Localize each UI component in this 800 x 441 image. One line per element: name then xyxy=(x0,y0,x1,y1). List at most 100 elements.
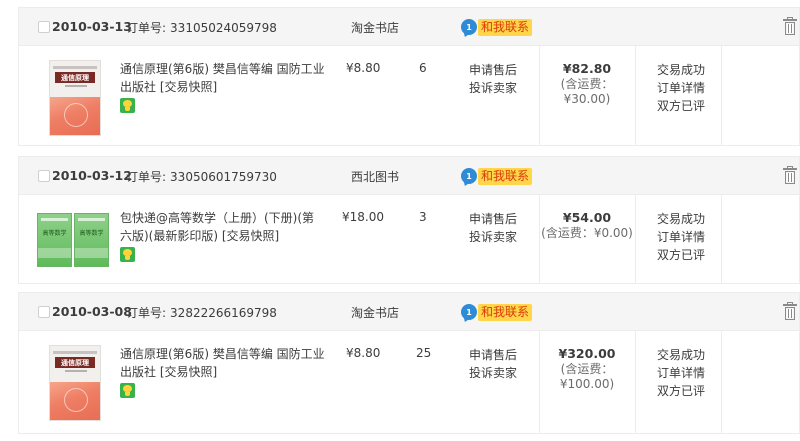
after-sale-actions: 申请售后 投诉卖家 xyxy=(469,346,517,382)
shipping-fee-line: (含运费： xyxy=(560,362,614,376)
shipping-fee: (含运费：¥0.00) xyxy=(541,226,633,240)
book-cover-title: 通信原理 xyxy=(55,357,95,368)
shop-name-link[interactable]: 淘金书店 xyxy=(351,304,399,321)
book-cover-title: 通信原理 xyxy=(55,72,95,83)
delete-order-trash-icon[interactable] xyxy=(783,166,797,184)
item-title-link[interactable]: 通信原理(第6版) 樊昌信等编 国防工业出版社 xyxy=(120,62,325,94)
order-total: ¥82.80 (含运费：¥30.00) xyxy=(539,60,635,107)
order-date: 2010-03-13 xyxy=(52,19,132,34)
quantity: 3 xyxy=(419,210,427,224)
order-select-checkbox[interactable] xyxy=(38,306,50,318)
order-details-link[interactable]: 订单详情 xyxy=(657,228,705,246)
trade-status-text: 交易成功 xyxy=(657,212,706,226)
item-title-link[interactable]: 包快递@高等数学（上册）(下册)(第六版)(最新影印版) xyxy=(120,211,314,243)
unit-price: ¥18.00 xyxy=(342,210,384,224)
order-number-label: 订单号: xyxy=(126,306,167,320)
apply-after-sale-link[interactable]: 申请售后 xyxy=(469,346,517,364)
item-title: 包快递@高等数学（上册）(下册)(第六版)(最新影印版) [交易快照] xyxy=(120,209,326,245)
order-select-checkbox[interactable] xyxy=(38,21,50,33)
apply-after-sale-link[interactable]: 申请售后 xyxy=(469,210,517,228)
quantity: 25 xyxy=(416,346,432,360)
shipping-fee-line: ¥100.00) xyxy=(559,377,615,391)
order-status: 交易成功 订单详情 双方已评 xyxy=(657,346,705,400)
order-date: 2010-03-08 xyxy=(52,304,132,319)
book-cover-image[interactable]: 通信原理 xyxy=(49,60,101,136)
order-header: 2010-03-08 订单号: 32822266169798 淘金书店 1 和我联… xyxy=(19,293,799,331)
complain-seller-link[interactable]: 投诉卖家 xyxy=(469,364,517,382)
column-divider xyxy=(721,46,722,145)
order-status: 交易成功 订单详情 双方已评 xyxy=(657,61,705,115)
shop-name-link[interactable]: 淘金书店 xyxy=(351,19,399,36)
contact-seller-label: 和我联系 xyxy=(478,167,533,185)
consumer-protection-badge-icon[interactable] xyxy=(120,247,135,262)
order-status: 交易成功 订单详情 双方已评 xyxy=(657,210,705,264)
after-sale-actions: 申请售后 投诉卖家 xyxy=(469,61,517,97)
consumer-protection-badge-icon[interactable] xyxy=(120,98,135,113)
order-details-link[interactable]: 订单详情 xyxy=(657,364,705,382)
order-card: 2010-03-08 订单号: 32822266169798 淘金书店 1 和我联… xyxy=(18,292,800,434)
shipping-fee: (含运费：¥30.00) xyxy=(560,77,614,106)
order-item-row: 通信原理 通信原理(第6版) 樊昌信等编 国防工业出版社 [交易快照] ¥8.8… xyxy=(19,331,799,433)
order-card: 2010-03-13 订单号: 33105024059798 淘金书店 1 和我联… xyxy=(18,7,800,146)
after-sale-actions: 申请售后 投诉卖家 xyxy=(469,210,517,246)
order-number-label: 订单号: xyxy=(126,170,167,184)
order-date: 2010-03-12 xyxy=(52,168,132,183)
order-card: 2010-03-12 订单号: 33050601759730 西北图书 1 和我联… xyxy=(18,156,800,284)
chat-bubble-icon: 1 xyxy=(461,168,477,184)
item-title: 通信原理(第6版) 樊昌信等编 国防工业出版社 [交易快照] xyxy=(120,345,326,381)
column-divider xyxy=(635,46,636,145)
item-title: 通信原理(第6版) 樊昌信等编 国防工业出版社 [交易快照] xyxy=(120,60,326,96)
snapshot-link[interactable]: [交易快照] xyxy=(160,80,217,94)
column-divider xyxy=(635,195,636,283)
unit-price: ¥8.80 xyxy=(346,346,381,360)
total-amount: ¥54.00 xyxy=(562,210,612,225)
order-number-value: 33105024059798 xyxy=(170,21,277,35)
contact-seller-button[interactable]: 1 和我联系 xyxy=(461,167,533,185)
order-number: 订单号: 33050601759730 xyxy=(126,168,277,185)
order-item-row: 通信原理 通信原理(第6版) 樊昌信等编 国防工业出版社 [交易快照] ¥8.8… xyxy=(19,46,799,145)
book-cover-title: 高等数学 xyxy=(79,230,104,237)
order-header: 2010-03-12 订单号: 33050601759730 西北图书 1 和我联… xyxy=(19,157,799,195)
column-divider xyxy=(721,331,722,433)
quantity: 6 xyxy=(419,61,427,75)
order-item-row: 高等数学 高等数学 包快递@高等数学（上册）(下册)(第六版)(最新影印版) [… xyxy=(19,195,799,283)
snapshot-link[interactable]: [交易快照] xyxy=(160,365,217,379)
order-number-value: 32822266169798 xyxy=(170,306,277,320)
item-title-link[interactable]: 通信原理(第6版) 樊昌信等编 国防工业出版社 xyxy=(120,347,325,379)
snapshot-link[interactable]: [交易快照] xyxy=(222,229,279,243)
order-number: 订单号: 33105024059798 xyxy=(126,19,277,36)
shipping-fee: (含运费： ¥100.00) xyxy=(539,362,635,392)
consumer-protection-badge-icon[interactable] xyxy=(120,383,135,398)
contact-seller-label: 和我联系 xyxy=(478,18,533,36)
book-cover-title: 高等数学 xyxy=(42,230,67,237)
shop-name-link[interactable]: 西北图书 xyxy=(351,168,399,185)
trade-status-text: 交易成功 xyxy=(657,63,706,77)
apply-after-sale-link[interactable]: 申请售后 xyxy=(469,61,517,79)
trade-status-text: 交易成功 xyxy=(657,348,706,362)
complain-seller-link[interactable]: 投诉卖家 xyxy=(469,79,517,97)
order-details-link[interactable]: 订单详情 xyxy=(657,79,705,97)
delete-order-trash-icon[interactable] xyxy=(783,302,797,320)
order-total: ¥54.00 (含运费：¥0.00) xyxy=(539,209,635,241)
order-number: 订单号: 32822266169798 xyxy=(126,304,277,321)
rating-status-link[interactable]: 双方已评 xyxy=(657,97,705,115)
order-number-label: 订单号: xyxy=(126,21,167,35)
order-header: 2010-03-13 订单号: 33105024059798 淘金书店 1 和我联… xyxy=(19,8,799,46)
book-cover-image[interactable]: 通信原理 xyxy=(49,345,101,421)
order-number-value: 33050601759730 xyxy=(170,170,277,184)
rating-status-link[interactable]: 双方已评 xyxy=(657,246,705,264)
complain-seller-link[interactable]: 投诉卖家 xyxy=(469,228,517,246)
chat-bubble-icon: 1 xyxy=(461,19,477,35)
column-divider xyxy=(635,331,636,433)
unit-price: ¥8.80 xyxy=(346,61,381,75)
column-divider xyxy=(721,195,722,283)
delete-order-trash-icon[interactable] xyxy=(783,17,797,35)
book-cover-image[interactable]: 高等数学 高等数学 xyxy=(37,213,109,267)
total-amount: ¥320.00 xyxy=(558,346,616,361)
chat-bubble-icon: 1 xyxy=(461,304,477,320)
contact-seller-button[interactable]: 1 和我联系 xyxy=(461,303,533,321)
contact-seller-button[interactable]: 1 和我联系 xyxy=(461,18,533,36)
contact-seller-label: 和我联系 xyxy=(478,303,533,321)
rating-status-link[interactable]: 双方已评 xyxy=(657,382,705,400)
order-select-checkbox[interactable] xyxy=(38,170,50,182)
